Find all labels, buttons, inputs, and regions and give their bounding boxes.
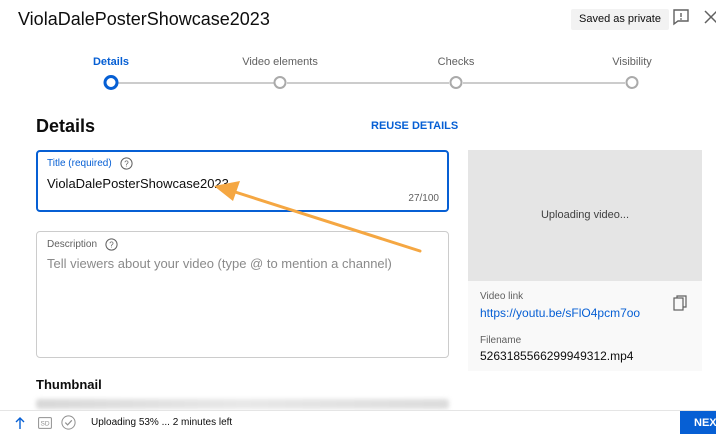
title-label-text: Title (required) bbox=[47, 158, 112, 169]
title-field[interactable]: Title (required) ? ViolaDalePosterShowca… bbox=[36, 150, 449, 212]
description-label-text: Description bbox=[47, 239, 98, 250]
sd-icon: SD bbox=[38, 417, 52, 429]
step-video-elements-dot[interactable] bbox=[273, 76, 287, 89]
description-field[interactable]: Description ? Tell viewers about your vi… bbox=[36, 231, 449, 358]
dialog-title: ViolaDalePosterShowcase2023 bbox=[18, 9, 270, 29]
help-icon[interactable]: ? bbox=[105, 238, 118, 251]
help-icon[interactable]: ? bbox=[120, 157, 133, 170]
video-preview-card: Uploading video... Video link https://yo… bbox=[468, 150, 702, 371]
saved-status-badge: Saved as private bbox=[571, 9, 669, 30]
step-details-dot[interactable] bbox=[103, 75, 119, 90]
details-heading: Details bbox=[36, 116, 96, 136]
step-visibility-label[interactable]: Visibility bbox=[612, 56, 652, 68]
video-preview: Uploading video... bbox=[468, 150, 702, 281]
feedback-icon[interactable] bbox=[672, 8, 690, 26]
svg-text:?: ? bbox=[109, 240, 114, 249]
video-link-label: Video link bbox=[480, 291, 524, 302]
description-field-label: Description ? bbox=[47, 238, 118, 251]
close-icon[interactable] bbox=[704, 10, 716, 24]
step-checks-dot[interactable] bbox=[449, 76, 463, 89]
step-checks-label[interactable]: Checks bbox=[438, 56, 475, 68]
title-input[interactable]: ViolaDalePosterShowcase2023 bbox=[47, 176, 229, 191]
title-field-label: Title (required) ? bbox=[47, 157, 133, 170]
step-connector bbox=[463, 82, 625, 84]
check-circle-icon bbox=[61, 415, 76, 430]
step-connector bbox=[118, 82, 274, 84]
description-input[interactable]: Tell viewers about your video (type @ to… bbox=[47, 256, 392, 271]
progress-stepper: Details Video elements Checks Visibility bbox=[0, 44, 716, 100]
video-link[interactable]: https://youtu.be/sFlO4pcm7oo bbox=[480, 306, 640, 320]
thumbnail-description-blurred bbox=[36, 399, 449, 409]
copy-icon[interactable] bbox=[673, 295, 687, 311]
upload-icon bbox=[15, 417, 25, 429]
upload-footer: SD Uploading 53% ... 2 minutes left NEXT bbox=[0, 410, 716, 434]
upload-status: Uploading 53% ... 2 minutes left bbox=[91, 417, 233, 428]
step-connector bbox=[287, 82, 449, 84]
step-video-elements-label[interactable]: Video elements bbox=[242, 56, 318, 68]
filename-label: Filename bbox=[480, 335, 522, 346]
title-char-count: 27/100 bbox=[408, 193, 439, 204]
step-visibility-dot[interactable] bbox=[625, 76, 639, 89]
sd-icon-label: SD bbox=[40, 421, 49, 428]
dialog-header: ViolaDalePosterShowcase2023 Saved as pri… bbox=[0, 0, 716, 44]
filename-value: 5263185566299949312.mp4 bbox=[480, 349, 634, 363]
reuse-details-button[interactable]: REUSE DETAILS bbox=[371, 120, 458, 132]
thumbnail-heading: Thumbnail bbox=[36, 377, 102, 392]
step-details-label[interactable]: Details bbox=[93, 56, 129, 68]
uploading-message: Uploading video... bbox=[540, 209, 630, 221]
next-button[interactable]: NEXT bbox=[680, 411, 716, 434]
svg-text:?: ? bbox=[124, 159, 129, 168]
